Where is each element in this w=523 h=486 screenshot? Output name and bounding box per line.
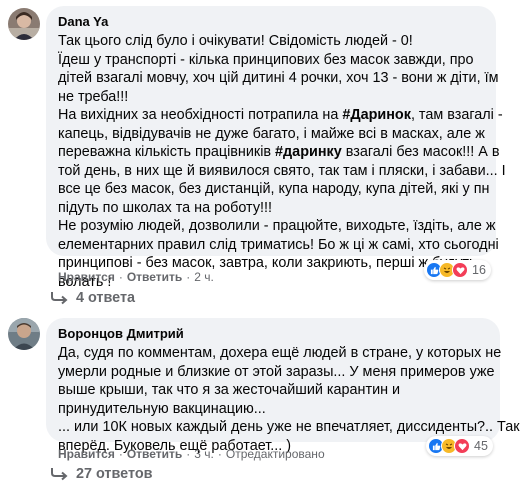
comment-text-line: той день, в них ще й виявилося свято, та… (58, 162, 506, 181)
comment-text: Да, судя по комментам, дохера ещё людей … (58, 344, 520, 455)
text-segment: Да, судя по комментам, дохера ещё людей … (58, 345, 502, 361)
comment-actions: Нравится · Ответить · 2 ч. (58, 270, 214, 284)
like-button[interactable]: Нравится (58, 447, 115, 461)
text-segment: все це без масок, без дистанцій, купа на… (58, 181, 490, 197)
comment-text-line: Так цього слід було і очікувати! Свідомі… (58, 32, 484, 51)
comment-text-line: умерли родные и близкие от этой заразы..… (58, 363, 495, 382)
comment-text-line: На вихідних за необхідності потрапила на… (58, 106, 503, 125)
separator-dot: · (186, 447, 191, 461)
comment-timestamp[interactable]: 2 ч. (194, 270, 214, 284)
view-replies-link[interactable]: 27 ответов (50, 466, 152, 482)
comment-bubble: Dana Ya Так цього слід було і очікувати!… (46, 6, 506, 290)
reaction-summary[interactable]: 16 (424, 260, 491, 280)
reply-arrow-icon (51, 292, 68, 305)
separator-dot: · (118, 270, 123, 284)
hashtag-link[interactable]: #Даринок (342, 107, 411, 123)
comment-text-line: Да, судя по комментам, дохера ещё людей … (58, 344, 501, 363)
comment-author[interactable]: Dana Ya (58, 14, 484, 30)
avatar-photo (8, 8, 40, 40)
replies-count-label: 4 ответа (76, 290, 136, 306)
heart-icon (454, 438, 470, 454)
text-segment: капець, відвідувачів не дуже багато, і м… (58, 125, 485, 142)
text-segment: Так цього слід було і очікувати! Свідомі… (58, 33, 413, 49)
comment-text-line: дітей взагалі мовчу, хоч цій дитині 4 ро… (58, 69, 498, 88)
text-segment: На вихідних за необхідності потрапила на (58, 107, 343, 123)
text-segment: переважна кількість працівників (58, 144, 276, 160)
separator-dot: · (217, 447, 222, 461)
reply-arrow-icon (51, 468, 68, 481)
comment-text-line: ... или 10К новых каждый день уже не впе… (58, 418, 520, 437)
comment-text-line: не треба!!! (58, 88, 484, 107)
like-button[interactable]: Нравится (58, 270, 115, 284)
text-segment: взагалі без масок!!! А в (341, 144, 500, 160)
comment-actions: Нравится · Ответить · 3 ч. · Отредактиро… (58, 447, 325, 461)
text-segment: дітей взагалі мовчу, хоч цій дитині 4 ро… (58, 70, 499, 86)
comment-text-line: все це без масок, без дистанцій, купа на… (58, 180, 490, 199)
comment-bubble: Воронцов Дмитрий Да, судя по комментам, … (46, 318, 520, 454)
comment-text-line: підуть по школах та на роботу!!! (58, 199, 484, 218)
text-segment: умерли родные и близкие от этой заразы..… (58, 363, 495, 380)
text-segment: Їдеш у транспорті - кілька принципових б… (58, 51, 474, 68)
separator-dot: · (186, 270, 191, 284)
reaction-count: 16 (472, 263, 486, 277)
text-segment: принудительную вакцинацию... (58, 400, 266, 417)
comment-text-line: Не розумію людей, дозволили - працюйте, … (58, 217, 495, 236)
text-segment: Не розумію людей, дозволили - працюйте, … (58, 218, 496, 234)
comment-text-line: капець, відвідувачів не дуже багато, і м… (58, 125, 485, 144)
separator-dot: · (118, 447, 123, 461)
text-segment: не треба!!! (58, 88, 129, 105)
view-replies-link[interactable]: 4 ответа (50, 290, 135, 306)
comment-text-line: переважна кількість працівників #даринку… (58, 143, 500, 162)
text-segment: той день, в них ще й виявилося свято, та… (58, 162, 506, 179)
text-segment: выше крыши, так что я за жесточайший кар… (58, 382, 401, 398)
comment-text-line: елементарних правил слід триматись! Бо ж… (58, 236, 499, 255)
edited-label[interactable]: Отредактировано (226, 447, 325, 461)
comment-text-line: выше крыши, так что я за жесточайший кар… (58, 381, 488, 400)
hashtag-link[interactable]: #даринку (275, 144, 342, 160)
text-segment: підуть по школах та на роботу!!! (58, 199, 273, 216)
text-segment: елементарних правил слід триматись! Бо ж… (58, 236, 499, 253)
comment-text: Так цього слід було і очікувати! Свідомі… (58, 32, 506, 291)
reply-button[interactable]: Ответить (127, 270, 182, 284)
comment-timestamp[interactable]: 3 ч. (194, 447, 214, 461)
avatar-photo (8, 318, 40, 350)
comment-author[interactable]: Воронцов Дмитрий (58, 326, 488, 342)
heart-icon (452, 262, 468, 278)
comment-text-line: Їдеш у транспорті - кілька принципових б… (58, 51, 484, 70)
avatar[interactable] (8, 8, 40, 40)
text-segment: , там взагалі - (410, 107, 503, 123)
reaction-summary[interactable]: 45 (426, 436, 493, 456)
text-segment: принципові - без масок, завтра, коли зак… (58, 255, 477, 271)
replies-count-label: 27 ответов (76, 466, 153, 482)
avatar[interactable] (8, 318, 40, 350)
text-segment: ... или 10К новых каждый день уже не впе… (58, 419, 520, 435)
comment-text-line: принудительную вакцинацию... (58, 400, 488, 419)
reaction-count: 45 (474, 439, 488, 453)
reply-button[interactable]: Ответить (127, 447, 182, 461)
